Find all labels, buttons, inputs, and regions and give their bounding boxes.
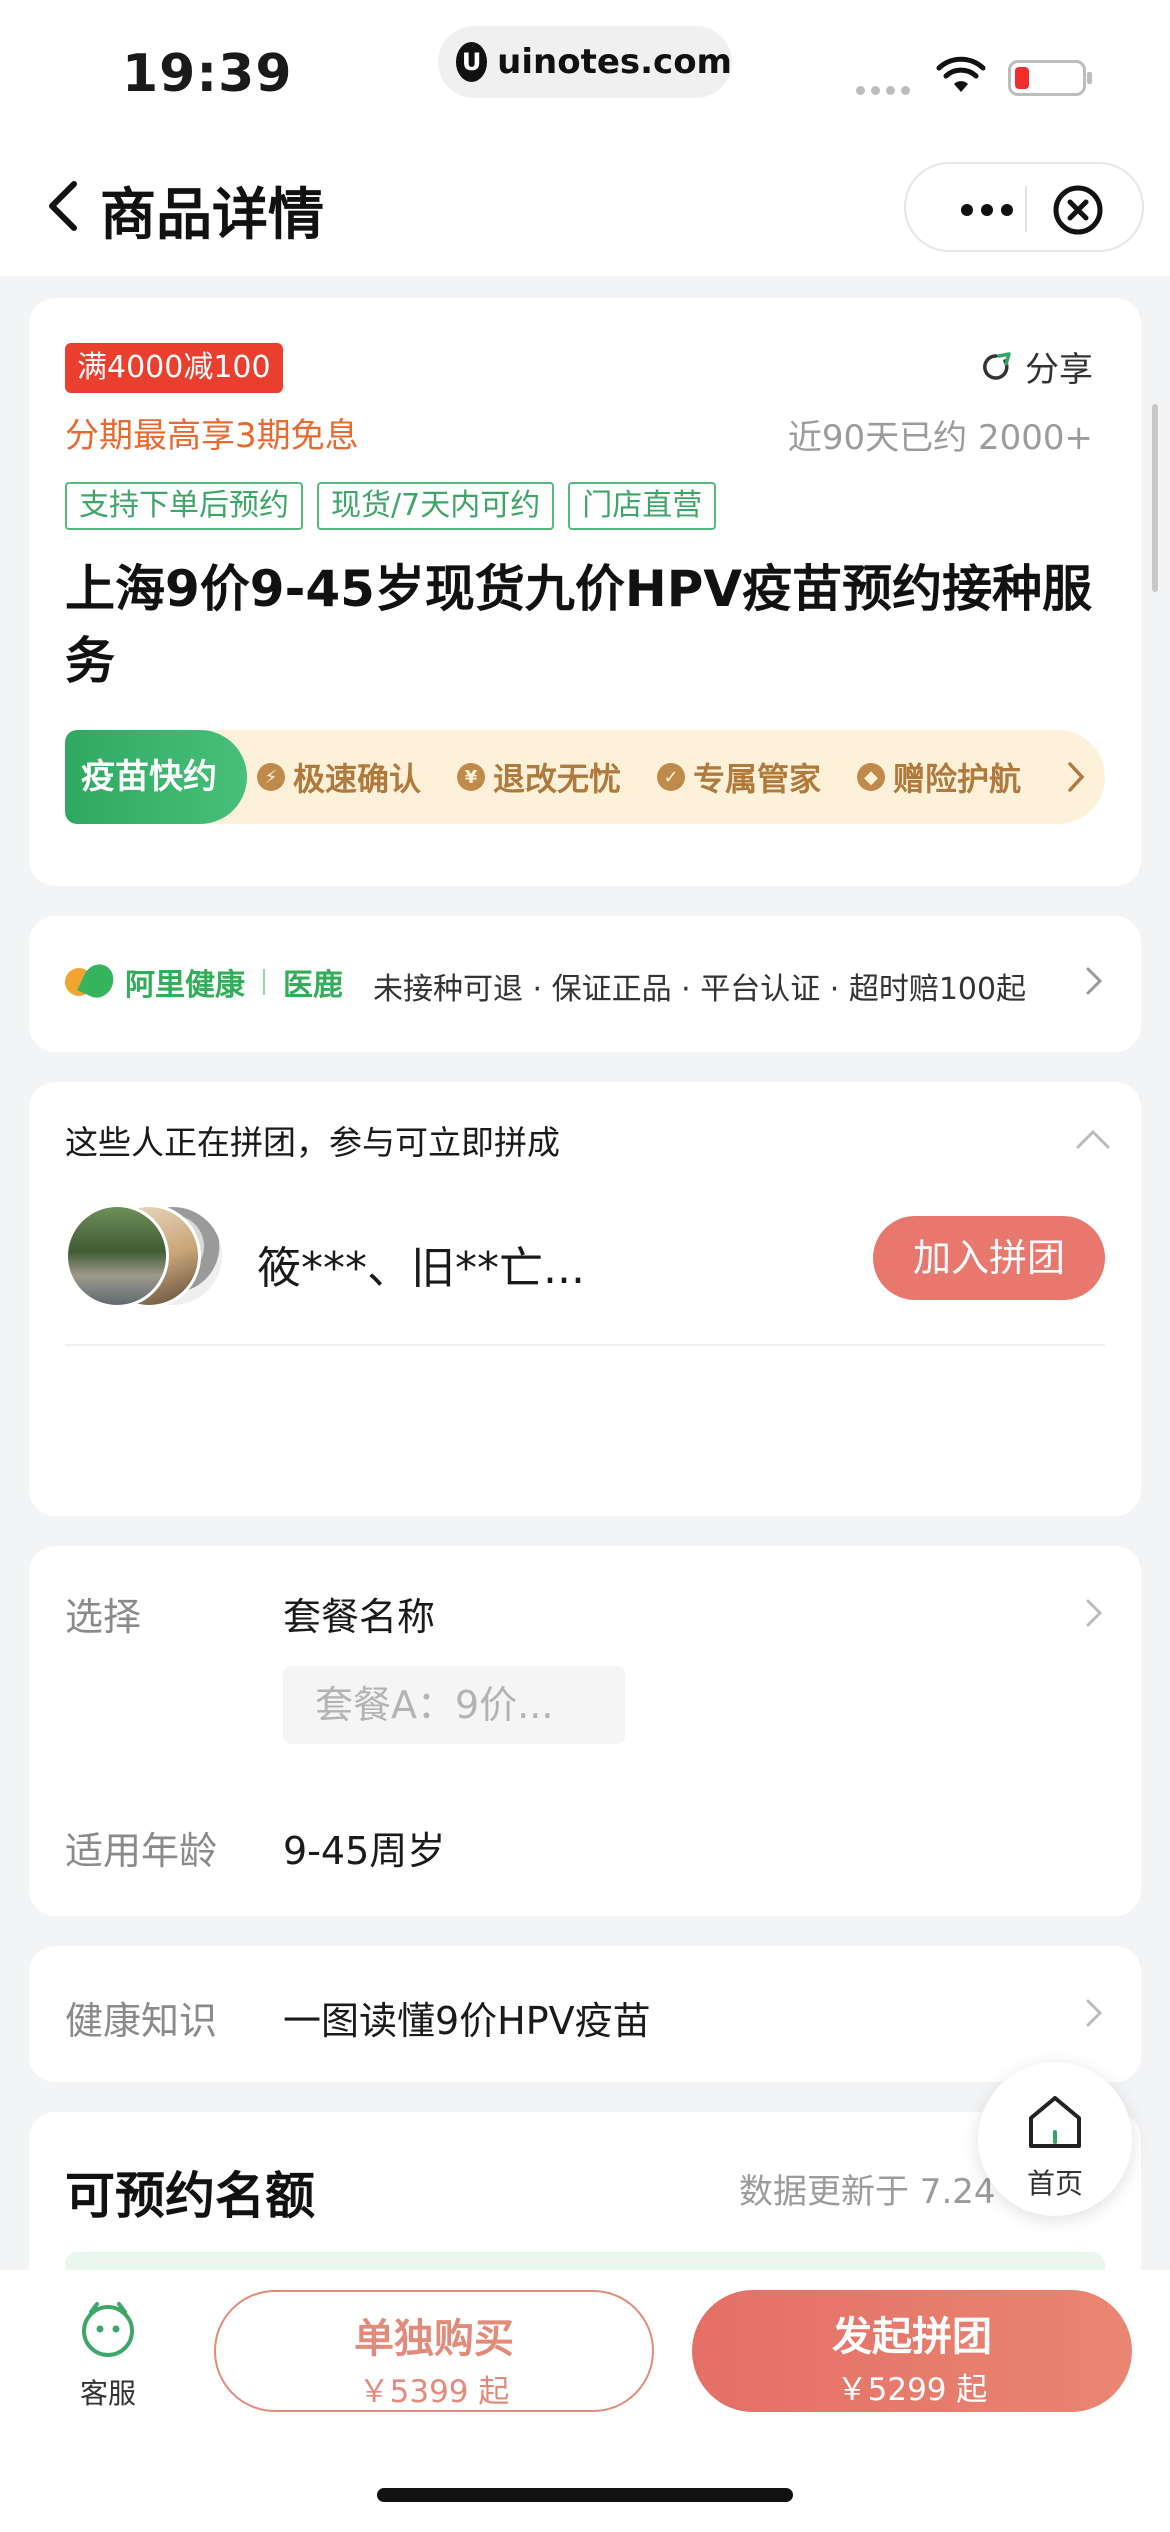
avatar: [65, 1204, 169, 1308]
share-button[interactable]: 分享: [979, 342, 1093, 391]
group-title: 这些人正在拼团，参与可立即拼成: [65, 1123, 560, 1162]
feature-label: 专属管家: [693, 760, 822, 798]
package-variant-chip[interactable]: 套餐A：9价...: [283, 1666, 625, 1744]
knowledge-card[interactable]: 健康知识 一图读懂9价HPV疫苗: [29, 1946, 1141, 2082]
feature-label: 赠险护航: [893, 760, 1022, 798]
chevron-right-icon: [1086, 967, 1103, 995]
home-label: 首页: [1026, 2167, 1083, 2200]
vaccine-quick-bar[interactable]: 疫苗快约 ⚡ 极速确认 ¥ 退改无忧 ✓ 专属管家 ◆ 赠险护航: [65, 730, 1105, 824]
yen-icon: ¥: [457, 763, 486, 791]
wifi-icon: [936, 56, 986, 92]
more-dots-icon[interactable]: [942, 190, 1032, 230]
service-tag: 现货/7天内可约: [317, 482, 555, 530]
ali-health-logo-icon: [65, 959, 119, 1003]
quota-update-time: 数据更新于 7.24: [739, 2172, 996, 2212]
installment-text: 分期最高享3期免息: [65, 416, 359, 456]
vaccine-features: ⚡ 极速确认 ¥ 退改无忧 ✓ 专属管家 ◆ 赠险护航: [257, 730, 1021, 824]
select-label: 选择: [65, 1595, 142, 1639]
group-members: 筱***、旧**亡...: [257, 1243, 585, 1294]
sold-count: 近90天已约 2000+: [787, 418, 1093, 458]
quota-title: 可预约名额: [65, 2167, 315, 2225]
knowledge-value: 一图读懂9价HPV疫苗: [283, 1999, 651, 2043]
guarantee-card[interactable]: 阿里健康 医鹿 未接种可退 · 保证正品 · 平台认证 · 超时赔100起: [29, 916, 1141, 1052]
home-icon: [1029, 2096, 1081, 2148]
page-title: 商品详情: [100, 183, 324, 248]
product-card: 满4000减100 分享 分期最高享3期免息 近90天已约 2000+ 支持下单…: [29, 298, 1141, 886]
url-pill[interactable]: U uinotes.com: [438, 26, 732, 98]
age-value: 9-45周岁: [283, 1829, 446, 1873]
brand-sub-name: 医鹿: [283, 968, 343, 1003]
start-group-button[interactable]: 发起拼团 ￥5299 起: [692, 2290, 1132, 2412]
close-circle-icon[interactable]: [1052, 184, 1104, 236]
home-button[interactable]: 首页: [978, 2062, 1132, 2216]
check-icon: ✓: [657, 763, 686, 791]
share-label: 分享: [1025, 350, 1093, 390]
divider: [65, 1344, 1105, 1346]
group-buy-card: 这些人正在拼团，参与可立即拼成 筱***、旧**亡... 加入拼团: [29, 1082, 1141, 1516]
package-name[interactable]: 套餐名称: [283, 1586, 435, 1641]
feature-item: ✓ 专属管家: [657, 754, 821, 800]
home-indicator: [377, 2488, 793, 2502]
product-title: 上海9价9-45岁现货九价HPV疫苗预约接种服务: [65, 560, 1093, 690]
mini-program-capsule: [904, 162, 1144, 252]
feature-item: ⚡ 极速确认: [257, 754, 421, 800]
brand-divider: [263, 969, 265, 995]
service-tag: 门店直营: [568, 482, 717, 530]
chevron-right-icon[interactable]: [1085, 1598, 1103, 1628]
options-card: 选择 套餐名称 套餐A：9价... 适用年龄 9-45周岁: [29, 1546, 1141, 1916]
guarantee-text: 未接种可退 · 保证正品 · 平台认证 · 超时赔100起: [373, 972, 1027, 1007]
feature-item: ◆ 赠险护航: [857, 754, 1021, 800]
nav-bar: 商品详情: [0, 150, 1170, 276]
ali-health-logo: 阿里健康 医鹿: [65, 959, 343, 1004]
status-bar: 19:39 U uinotes.com: [0, 0, 1170, 150]
lightning-icon: ⚡: [257, 763, 285, 791]
service-tags: 支持下单后预约 现货/7天内可约 门店直营: [65, 482, 717, 530]
share-icon: [983, 351, 1011, 380]
chevron-left-icon[interactable]: [36, 176, 96, 236]
chevron-up-icon[interactable]: [1075, 1128, 1111, 1150]
buy-alone-label: 单独购买: [354, 2316, 514, 2362]
scrollbar[interactable]: [1152, 404, 1158, 592]
status-time: 19:39: [122, 44, 293, 104]
capsule-divider: [1025, 186, 1027, 232]
knowledge-label: 健康知识: [65, 1999, 218, 2043]
buy-alone-button[interactable]: 单独购买 ￥5399 起: [214, 2290, 654, 2412]
customer-service-label: 客服: [79, 2377, 136, 2410]
join-group-button[interactable]: 加入拼团: [873, 1216, 1105, 1300]
start-group-label: 发起拼团: [832, 2314, 992, 2360]
url-text: uinotes.com: [497, 42, 732, 82]
chevron-right-icon: [1086, 1999, 1103, 2027]
cellular-signal-icon: [856, 86, 910, 95]
vaccine-bar-label: 疫苗快约: [65, 730, 247, 824]
feature-item: ¥ 退改无忧: [457, 754, 621, 800]
customer-service-icon: [82, 2302, 134, 2357]
customer-service-button[interactable]: 客服: [70, 2298, 146, 2412]
buy-alone-price: ￥5399 起: [358, 2374, 510, 2410]
avatar-stack: [65, 1204, 235, 1308]
brand-name: 阿里健康: [125, 968, 245, 1003]
feature-label: 极速确认: [293, 760, 422, 798]
feature-label: 退改无忧: [493, 760, 622, 798]
promo-badge: 满4000减100: [65, 343, 283, 393]
service-tag: 支持下单后预约: [65, 482, 303, 530]
site-logo-icon: U: [456, 42, 488, 82]
shield-icon: ◆: [857, 763, 886, 791]
start-group-price: ￥5299 起: [836, 2372, 988, 2408]
age-label: 适用年龄: [65, 1829, 218, 1873]
chevron-right-icon: [1068, 762, 1085, 792]
battery-icon: [1008, 60, 1092, 96]
